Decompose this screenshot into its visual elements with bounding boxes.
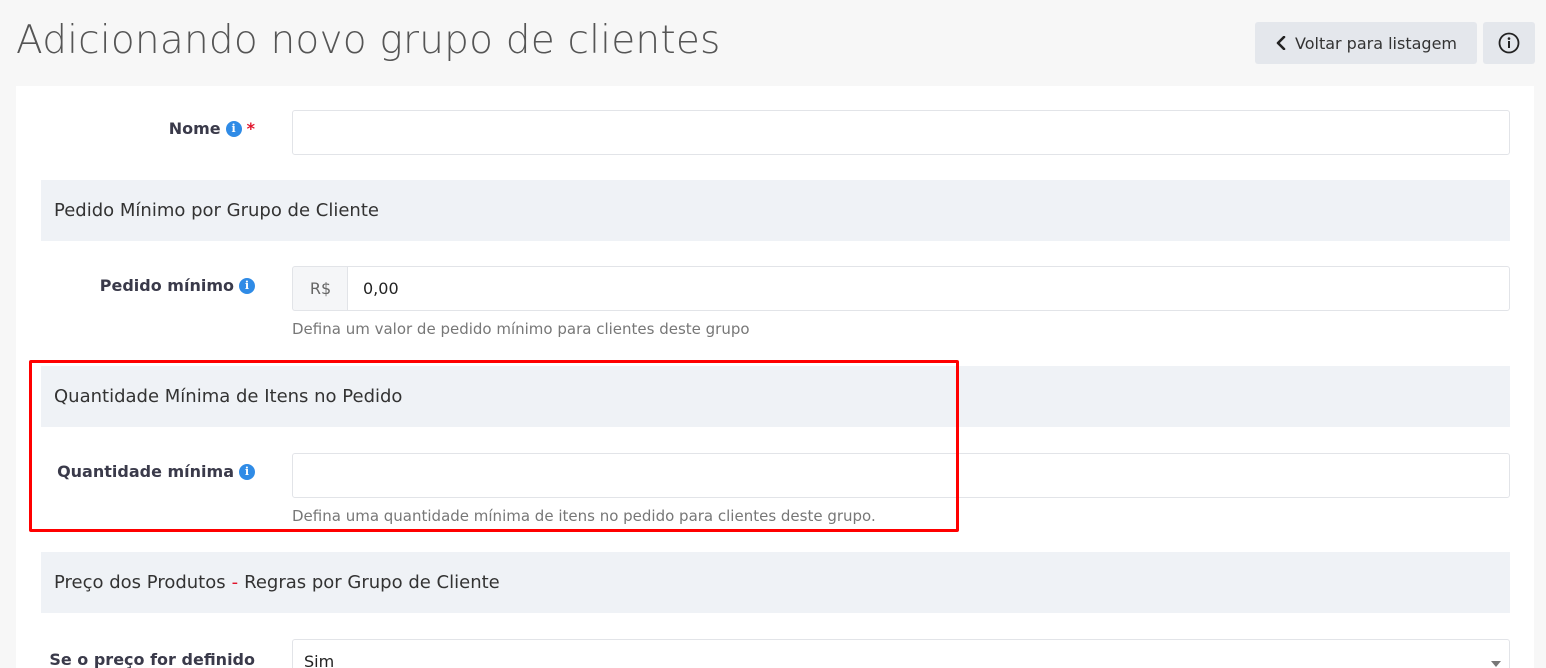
min-qty-help: Defina uma quantidade mínima de itens no… [292,507,876,525]
back-to-list-button[interactable]: Voltar para listagem [1255,22,1477,64]
price-defined-value: Sim [304,652,335,668]
min-qty-label: Quantidade mínima i [57,462,255,481]
help-info-button[interactable] [1483,22,1535,64]
page-title: Adicionando novo grupo de clientes [16,18,721,63]
section-min-order: Pedido Mínimo por Grupo de Cliente [41,180,1510,241]
info-icon[interactable]: i [225,120,242,137]
section-prices-title-part1: Preço dos Produtos [54,572,226,593]
required-mark: * [246,119,255,138]
price-defined-label-text: Se o preço for definido [49,650,255,668]
min-order-value: 0,00 [363,279,399,298]
min-qty-input[interactable] [292,453,1510,498]
min-qty-label-text: Quantidade mínima [57,462,234,481]
chevron-left-icon [1276,36,1286,50]
name-label: Nome i * [169,119,255,138]
min-order-help: Defina um valor de pedido mínimo para cl… [292,320,750,338]
min-order-input[interactable]: 0,00 [347,266,1510,311]
price-defined-label: Se o preço for definido [49,650,255,668]
currency-prefix: R$ [309,279,332,298]
section-prices: Preço dos Produtos - Regras por Grupo de… [41,552,1510,613]
section-min-qty: Quantidade Mínima de Itens no Pedido [41,366,1510,427]
currency-addon: R$ [292,266,348,311]
price-defined-select[interactable]: Sim [292,639,1510,668]
name-input[interactable] [292,110,1510,155]
min-order-label-text: Pedido mínimo [99,276,234,295]
min-order-label: Pedido mínimo i [100,276,255,295]
section-min-order-title: Pedido Mínimo por Grupo de Cliente [54,200,379,221]
info-circle-icon [1498,32,1520,54]
info-icon[interactable]: i [239,463,255,480]
back-button-label: Voltar para listagem [1295,33,1457,53]
section-prices-title-part2: Regras por Grupo de Cliente [244,572,500,593]
chevron-down-icon [1491,661,1501,667]
info-icon[interactable]: i [239,277,255,294]
section-prices-dash: - [231,572,239,593]
section-min-qty-title: Quantidade Mínima de Itens no Pedido [54,386,403,407]
name-label-text: Nome [168,119,221,138]
